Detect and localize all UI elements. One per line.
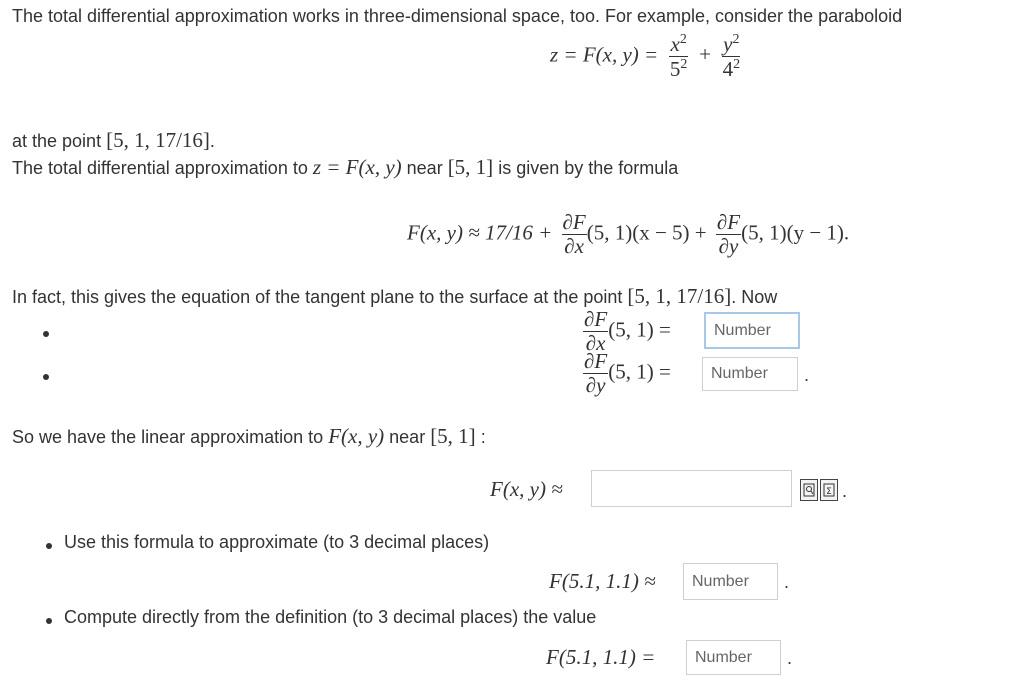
point-value: [5, 1, 17/16] (106, 128, 210, 152)
svg-text:Σ: Σ (826, 487, 832, 497)
formula-line-prefix: The total differential approximation to (12, 158, 313, 178)
approx-lhs: F(x, y) ≈ (490, 477, 563, 501)
tangent-term2: (5, 1)(y − 1). (741, 220, 850, 245)
approx-trail: . (842, 481, 848, 501)
dfdy-fraction: ∂F ∂y (583, 349, 609, 397)
linear-point: [5, 1] (430, 424, 476, 448)
partial-x-input-placeholder: Number (714, 321, 771, 339)
tangent-formula: F(x, y) ≈ 17/16 + ∂F ∂x (5, 1)(x − 5) + … (407, 212, 849, 257)
approx-value-placeholder: Number (692, 572, 749, 590)
partial-x-input[interactable]: Number (704, 312, 800, 349)
partial-y-trail: . (804, 365, 810, 385)
dfdy-den: ∂y (585, 373, 606, 397)
dfdy-num: ∂F (583, 349, 609, 374)
fraction-x: x2 52 (669, 32, 688, 81)
fraction-y: y2 42 (722, 32, 741, 81)
frac-x-num-sup: 2 (679, 32, 687, 47)
partial-x-num: ∂F (561, 210, 587, 235)
bullet-compute-text: Compute directly from the definition (to… (64, 607, 597, 627)
linear-suffix: : (475, 427, 486, 447)
bullet-partial-x (43, 331, 49, 337)
dfdx-arg: (5, 1) = (608, 317, 671, 342)
bullet-approximate-text: Use this formula to approximate (to 3 de… (64, 532, 490, 552)
infact-prefix: In fact, this gives the equation of the … (12, 287, 628, 307)
infact-point: [5, 1, 17/16] (627, 284, 732, 308)
equation-lhs: z = F(x, y) = (550, 42, 659, 67)
partial-y-den: ∂y (718, 234, 739, 258)
linear-mid: near (384, 427, 431, 447)
formula-line-point: [5, 1] (447, 155, 494, 179)
frac-y-den: 4 (722, 57, 734, 81)
partial-x-fraction: ∂F ∂x (561, 210, 587, 258)
frac-x-den-sup: 2 (680, 57, 688, 72)
formula-line: The total differential approximation to … (12, 155, 678, 180)
plus-sign: + (699, 42, 711, 67)
tangent-lhs: F(x, y) ≈ 17/16 + (407, 220, 553, 245)
exact-value-input[interactable]: Number (686, 640, 781, 675)
partial-x-den: ∂x (564, 234, 584, 258)
partial-y-fraction: ∂F ∂y (715, 210, 742, 258)
dfdx-fraction: ∂F ∂x (583, 307, 609, 354)
exact-value-trail: . (787, 648, 793, 668)
dfdy-arg: (5, 1) = (608, 359, 671, 384)
infact-suffix: . Now (731, 287, 778, 307)
intro-text: The total differential approximation wor… (12, 6, 903, 26)
dfdx-num: ∂F (583, 307, 609, 332)
bullet-approximate (46, 543, 52, 549)
bullet-partial-y (43, 374, 49, 380)
frac-x-den: 5 (669, 57, 681, 81)
partial-x-row: ∂F ∂x (5, 1) = (583, 309, 671, 354)
point-line: at the point [5, 1, 17/16]. (12, 128, 215, 153)
exact-value-placeholder: Number (695, 648, 752, 666)
approx-value-lhs: F(5.1, 1.1) ≈ (549, 569, 656, 593)
partial-y-input-placeholder: Number (711, 365, 768, 382)
linear-line: So we have the linear approximation to F… (12, 424, 486, 449)
point-line-suffix: . (209, 131, 215, 151)
paraboloid-equation: z = F(x, y) = x2 52 + y2 42 (550, 32, 741, 81)
bullet-compute (46, 618, 52, 624)
point-line-prefix: at the point (12, 131, 107, 151)
approx-value-input[interactable]: Number (683, 563, 778, 600)
equation-editor-icon[interactable]: Σ (820, 479, 838, 501)
linear-prefix: So we have the linear approximation to (12, 427, 329, 447)
partial-y-row: ∂F ∂y (5, 1) = (583, 351, 671, 396)
formula-line-mid: near (401, 158, 448, 178)
preview-icon[interactable] (800, 479, 818, 501)
partial-y-input[interactable]: Number (702, 357, 798, 391)
approx-value-trail: . (784, 572, 790, 592)
exact-value-lhs: F(5.1, 1.1) = (546, 645, 656, 669)
linear-math: F(x, y) (328, 424, 385, 448)
frac-y-num-sup: 2 (732, 32, 740, 47)
frac-x-num: x (670, 32, 680, 56)
frac-y-den-sup: 2 (733, 57, 741, 72)
partial-y-num: ∂F (715, 210, 742, 235)
infact-line: In fact, this gives the equation of the … (12, 284, 777, 309)
formula-line-suffix: is given by the formula (493, 158, 679, 178)
linear-approx-input[interactable] (591, 470, 792, 507)
formula-line-math: z = F(x, y) (312, 155, 402, 179)
tangent-term1: (5, 1)(x − 5) + (586, 220, 707, 245)
